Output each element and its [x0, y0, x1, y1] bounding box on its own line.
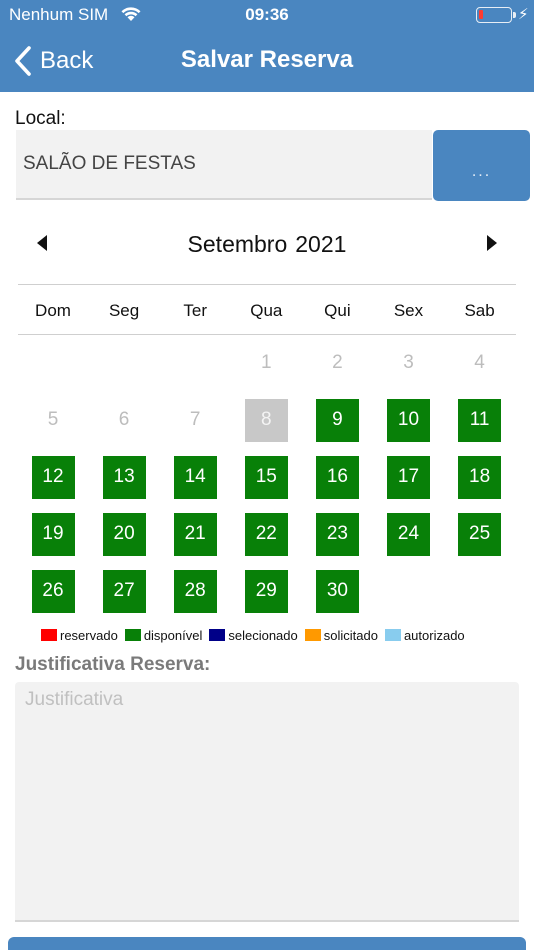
weekday-label: Sab: [464, 301, 495, 320]
legend-label: solicitado: [323, 627, 378, 643]
calendar-day[interactable]: 14: [173, 455, 217, 499]
legend-item: selecionado: [209, 627, 298, 643]
local-picker-button[interactable]: ...: [433, 130, 530, 201]
calendar-day[interactable]: 26: [31, 569, 75, 613]
justificativa-input[interactable]: [15, 682, 519, 920]
legend-item: disponível: [124, 627, 203, 643]
legend-label: selecionado: [228, 627, 298, 643]
calendar-day[interactable]: 17: [387, 455, 430, 499]
charging-icon: ⚡︎: [518, 6, 529, 23]
calendar-day[interactable]: 29: [244, 569, 288, 613]
weekday-header: Dom Seg Ter Qua Qui Sex Sab: [18, 284, 516, 335]
calendar-day[interactable]: 18: [458, 455, 502, 499]
chevron-left-icon: [15, 46, 31, 76]
weekday-label: Qui: [324, 301, 351, 320]
nav-bar: Back Salvar Reserva: [0, 30, 534, 92]
local-field[interactable]: SALÃO DE FESTAS: [16, 130, 432, 200]
legend-item: reservado: [41, 628, 118, 643]
calendar-day: 4: [474, 352, 485, 373]
legend-item: autorizado: [384, 627, 465, 643]
next-month-button[interactable]: [486, 234, 498, 252]
month-name: Setembro: [187, 231, 288, 257]
calendar-day[interactable]: 23: [315, 512, 359, 556]
legend-swatch: [209, 629, 226, 641]
save-button[interactable]: [8, 937, 526, 950]
battery-icon: [476, 7, 512, 23]
weekday-label: Seg: [108, 301, 140, 320]
weekday-label: Sex: [393, 301, 424, 320]
justificativa-label: Justificativa Reserva:: [15, 654, 211, 675]
legend-item: solicitado: [304, 627, 378, 643]
calendar-day[interactable]: 21: [173, 512, 217, 556]
justificativa-box: [15, 682, 519, 922]
calendar-day[interactable]: 13: [102, 455, 146, 499]
calendar-day[interactable]: 10: [387, 398, 430, 442]
legend-label: autorizado: [403, 627, 465, 643]
calendar-day[interactable]: 19: [31, 512, 75, 556]
calendar-day: 1: [261, 352, 272, 373]
calendar-day[interactable]: 11: [458, 398, 502, 442]
calendar-day[interactable]: 30: [315, 569, 359, 613]
calendar-day: 8: [244, 398, 288, 442]
calendar-day[interactable]: 24: [387, 512, 430, 556]
calendar-day[interactable]: 22: [244, 512, 288, 556]
calendar-day[interactable]: 27: [102, 569, 146, 613]
calendar-day[interactable]: 25: [458, 512, 502, 556]
calendar-day: 7: [189, 409, 201, 430]
legend-swatch: [384, 629, 401, 641]
status-bar: Nenhum SIM 09:36 ⚡︎: [0, 0, 534, 30]
calendar-day[interactable]: 28: [173, 569, 217, 613]
battery-level: [479, 10, 483, 19]
calendar-day: 3: [403, 352, 414, 373]
calendar-day: 5: [47, 409, 59, 430]
legend-swatch: [41, 629, 57, 641]
legend-label: disponível: [143, 627, 203, 643]
calendar-day[interactable]: 15: [244, 455, 288, 499]
back-button[interactable]: Back: [12, 44, 93, 78]
calendar-day[interactable]: 16: [315, 455, 359, 499]
back-label: Back: [40, 47, 94, 74]
weekday-label: Qua: [250, 301, 283, 320]
legend-swatch: [124, 629, 141, 641]
month-year: 2021: [295, 231, 347, 257]
calendar-day[interactable]: 20: [102, 512, 146, 556]
calendar-day: 2: [332, 352, 343, 373]
weekday-label: Dom: [35, 301, 71, 320]
calendar-legend: reservado disponível selecionado solicitado…: [41, 627, 472, 643]
weekday-label: Ter: [183, 301, 207, 320]
month-title: Setembro 2021: [0, 231, 534, 258]
battery-cap: [513, 12, 516, 18]
calendar-day: 6: [118, 409, 130, 430]
calendar-day[interactable]: 12: [31, 455, 75, 499]
local-label: Local:: [15, 108, 66, 129]
legend-swatch: [304, 629, 321, 641]
clock-label: 09:36: [245, 5, 289, 24]
local-value: SALÃO DE FESTAS: [23, 153, 196, 174]
legend-label: reservado: [60, 627, 118, 643]
calendar-day[interactable]: 9: [315, 398, 359, 442]
